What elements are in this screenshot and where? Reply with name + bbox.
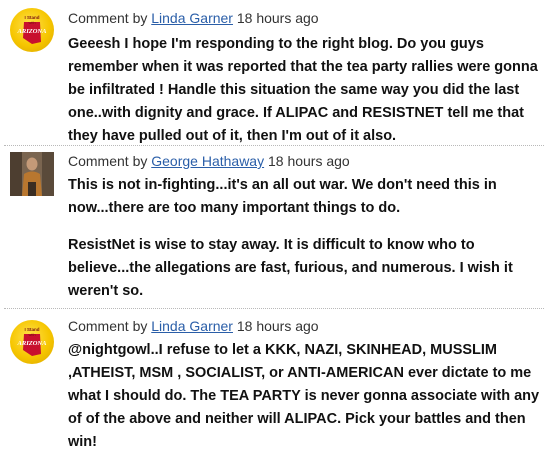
author-link[interactable]: Linda Garner xyxy=(151,318,233,334)
arizona-badge-icon: I Stand with ARIZONA xyxy=(17,327,48,356)
comment-prefix: Comment by xyxy=(68,153,148,169)
avatar-arizona-badge[interactable]: I Stand with ARIZONA xyxy=(10,8,54,52)
comment-meta: Comment by Linda Garner 18 hours ago xyxy=(68,318,319,335)
author-link[interactable]: Linda Garner xyxy=(151,10,233,26)
comment-divider xyxy=(4,308,544,309)
avatar-arizona-badge[interactable]: I Stand with ARIZONA xyxy=(10,320,54,364)
user-photo-icon xyxy=(10,152,54,196)
comment-divider xyxy=(4,145,544,146)
comment-paragraph: @nightgowl..I refuse to let a KKK, NAZI,… xyxy=(68,342,540,450)
comment-paragraph: ResistNet is wise to stay away. It is di… xyxy=(68,237,513,299)
comment-time: 18 hours ago xyxy=(236,318,319,334)
comment-body: This is not in-fighting...it's an all ou… xyxy=(68,174,540,303)
comment-prefix: Comment by xyxy=(68,318,148,334)
author-link[interactable]: George Hathaway xyxy=(151,153,264,169)
avatar-text-line-3: ARIZONA xyxy=(17,340,48,347)
comment-meta: Comment by Linda Garner 18 hours ago xyxy=(68,10,319,27)
avatar-photo[interactable] xyxy=(10,152,54,196)
comment-meta: Comment by George Hathaway 18 hours ago xyxy=(68,153,350,170)
avatar-text-line-2: with xyxy=(28,20,35,25)
arizona-badge-icon: I Stand with ARIZONA xyxy=(17,15,48,44)
comment-prefix: Comment by xyxy=(68,10,148,26)
avatar-text-line-3: ARIZONA xyxy=(17,28,48,35)
comment-paragraph: This is not in-fighting...it's an all ou… xyxy=(68,177,497,216)
comment-paragraph: Geeesh I hope I'm responding to the righ… xyxy=(68,36,538,144)
comment-body: Geeesh I hope I'm responding to the righ… xyxy=(68,33,540,148)
comment-time: 18 hours ago xyxy=(236,10,319,26)
avatar-text-line-2: with xyxy=(28,332,35,337)
comment-body: @nightgowl..I refuse to let a KKK, NAZI,… xyxy=(68,339,540,454)
comment-time: 18 hours ago xyxy=(267,153,350,169)
